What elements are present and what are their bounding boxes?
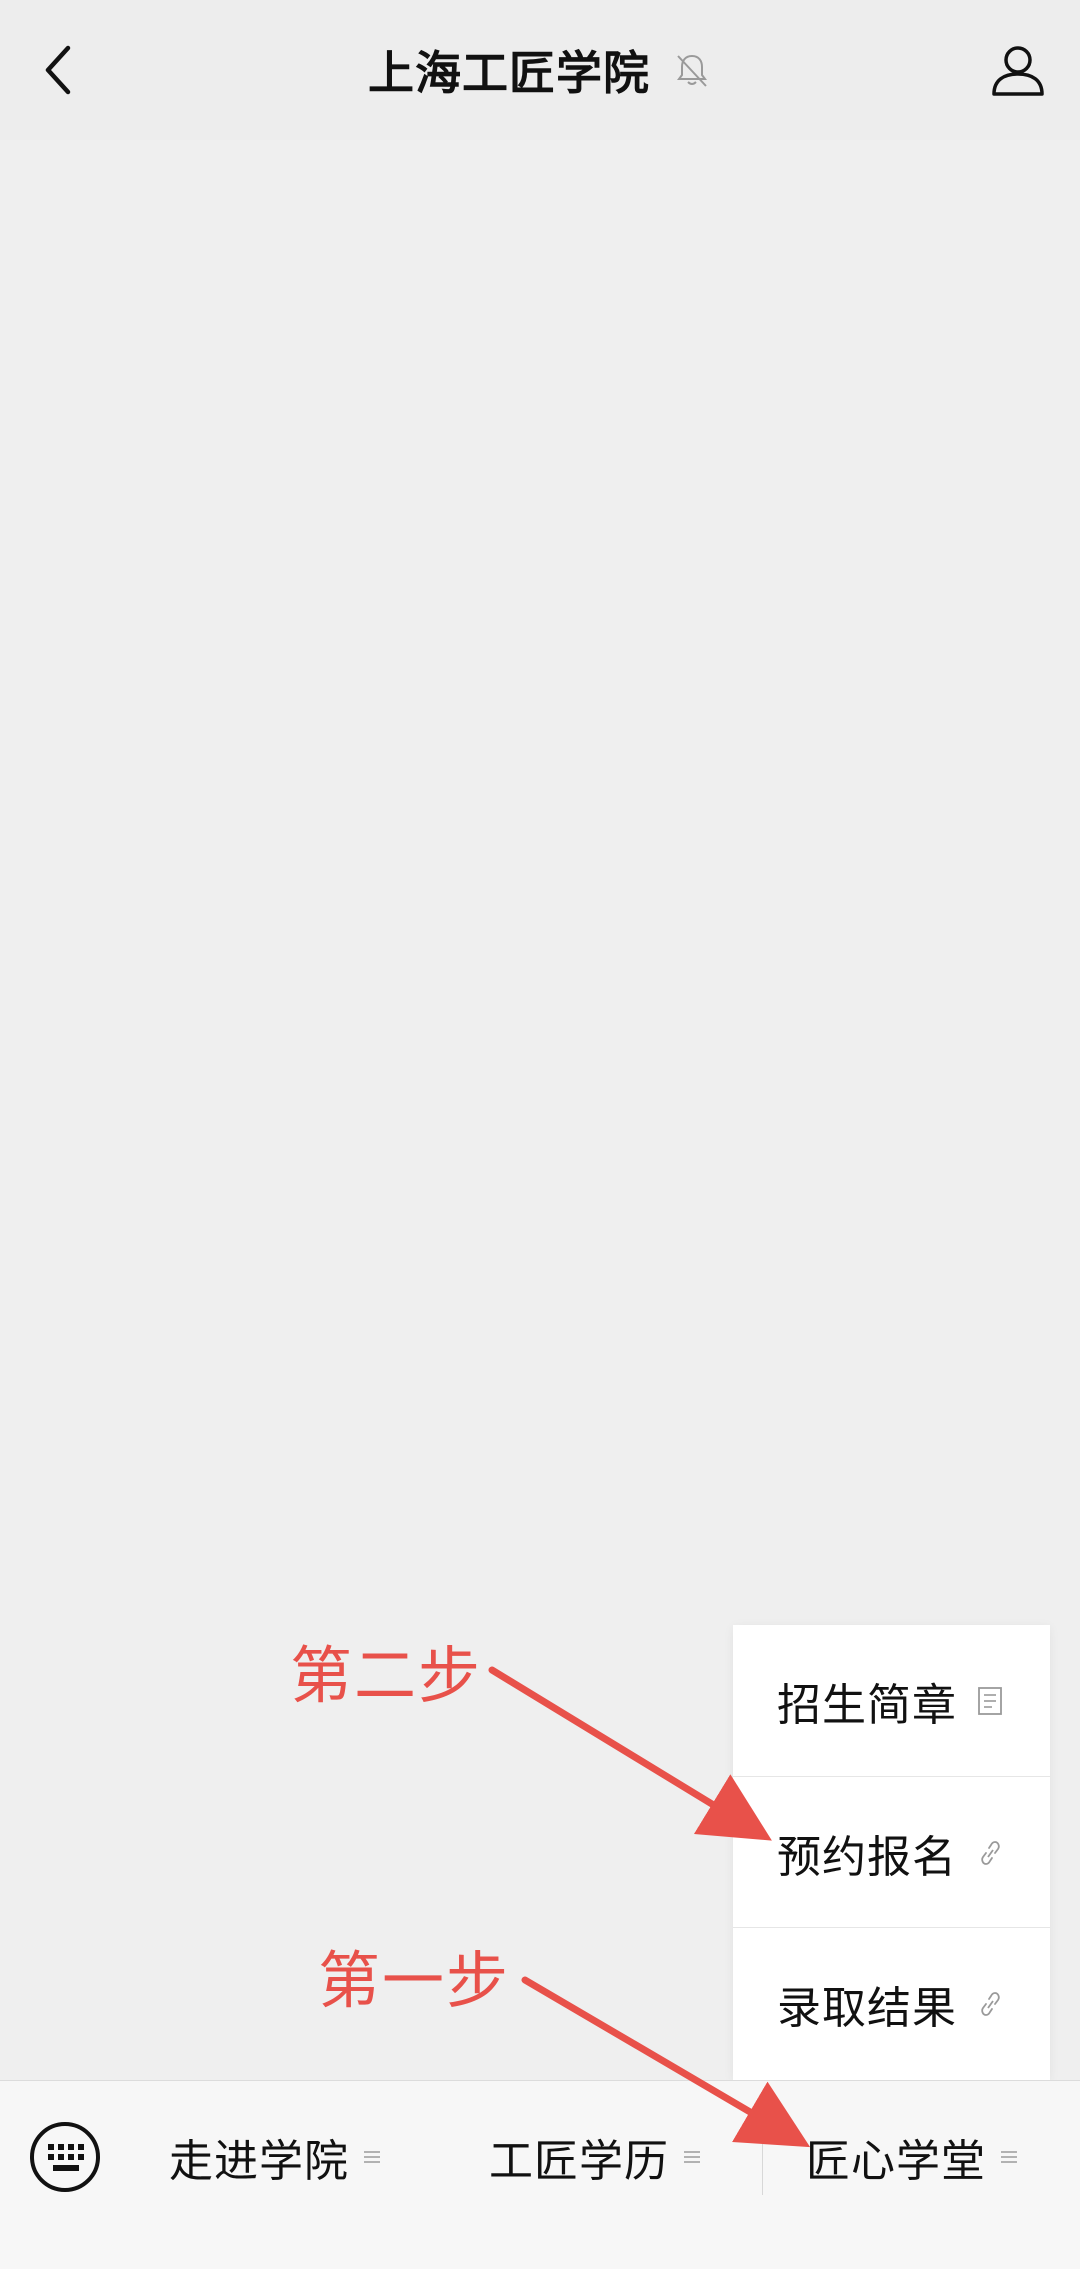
submenu-popup: 招生简章 预约报名 录取结果 [733,1625,1050,2080]
submenu-item-label: 预约报名 [777,1831,957,1883]
submenu-item-register[interactable]: 预约报名 [733,1776,1050,1928]
menu-lines-icon [364,2151,380,2163]
menu-tab-label: 匠心学堂 [806,2136,986,2187]
bottom-menu-bar: 走进学院 工匠学历 匠心学堂 [0,2080,1080,2269]
document-icon [978,1686,1002,1715]
chevron-left-icon [45,45,71,95]
chat-title: 上海工匠学院 [368,46,650,100]
link-icon [981,1991,1000,2016]
bell-off-icon [677,54,707,87]
person-icon [992,46,1044,96]
submenu-item-label: 招生简章 [777,1679,957,1731]
menu-tab-about-college[interactable]: 走进学院 [130,2101,420,2213]
menu-lines-icon [1001,2151,1017,2163]
profile-button[interactable] [978,30,1058,110]
keyboard-toggle-button[interactable] [28,2120,102,2194]
menu-tab-craftsman-degree[interactable]: 工匠学历 [450,2101,740,2213]
menu-tab-label: 工匠学历 [489,2136,669,2187]
menu-lines-icon [684,2151,700,2163]
submenu-item-label: 录取结果 [777,1982,957,2034]
link-icon [981,1840,1000,1865]
submenu-item-brochure[interactable]: 招生简章 [733,1625,1050,1776]
keyboard-icon [30,2122,100,2192]
tab-divider [762,2135,763,2195]
menu-tab-craftsmanship-hall[interactable]: 匠心学堂 [762,2101,1062,2213]
back-button[interactable] [22,30,94,110]
submenu-item-admission-results[interactable]: 录取结果 [733,1927,1050,2079]
menu-tab-label: 走进学院 [169,2136,349,2187]
nav-bar: 上海工匠学院 [0,0,1080,140]
